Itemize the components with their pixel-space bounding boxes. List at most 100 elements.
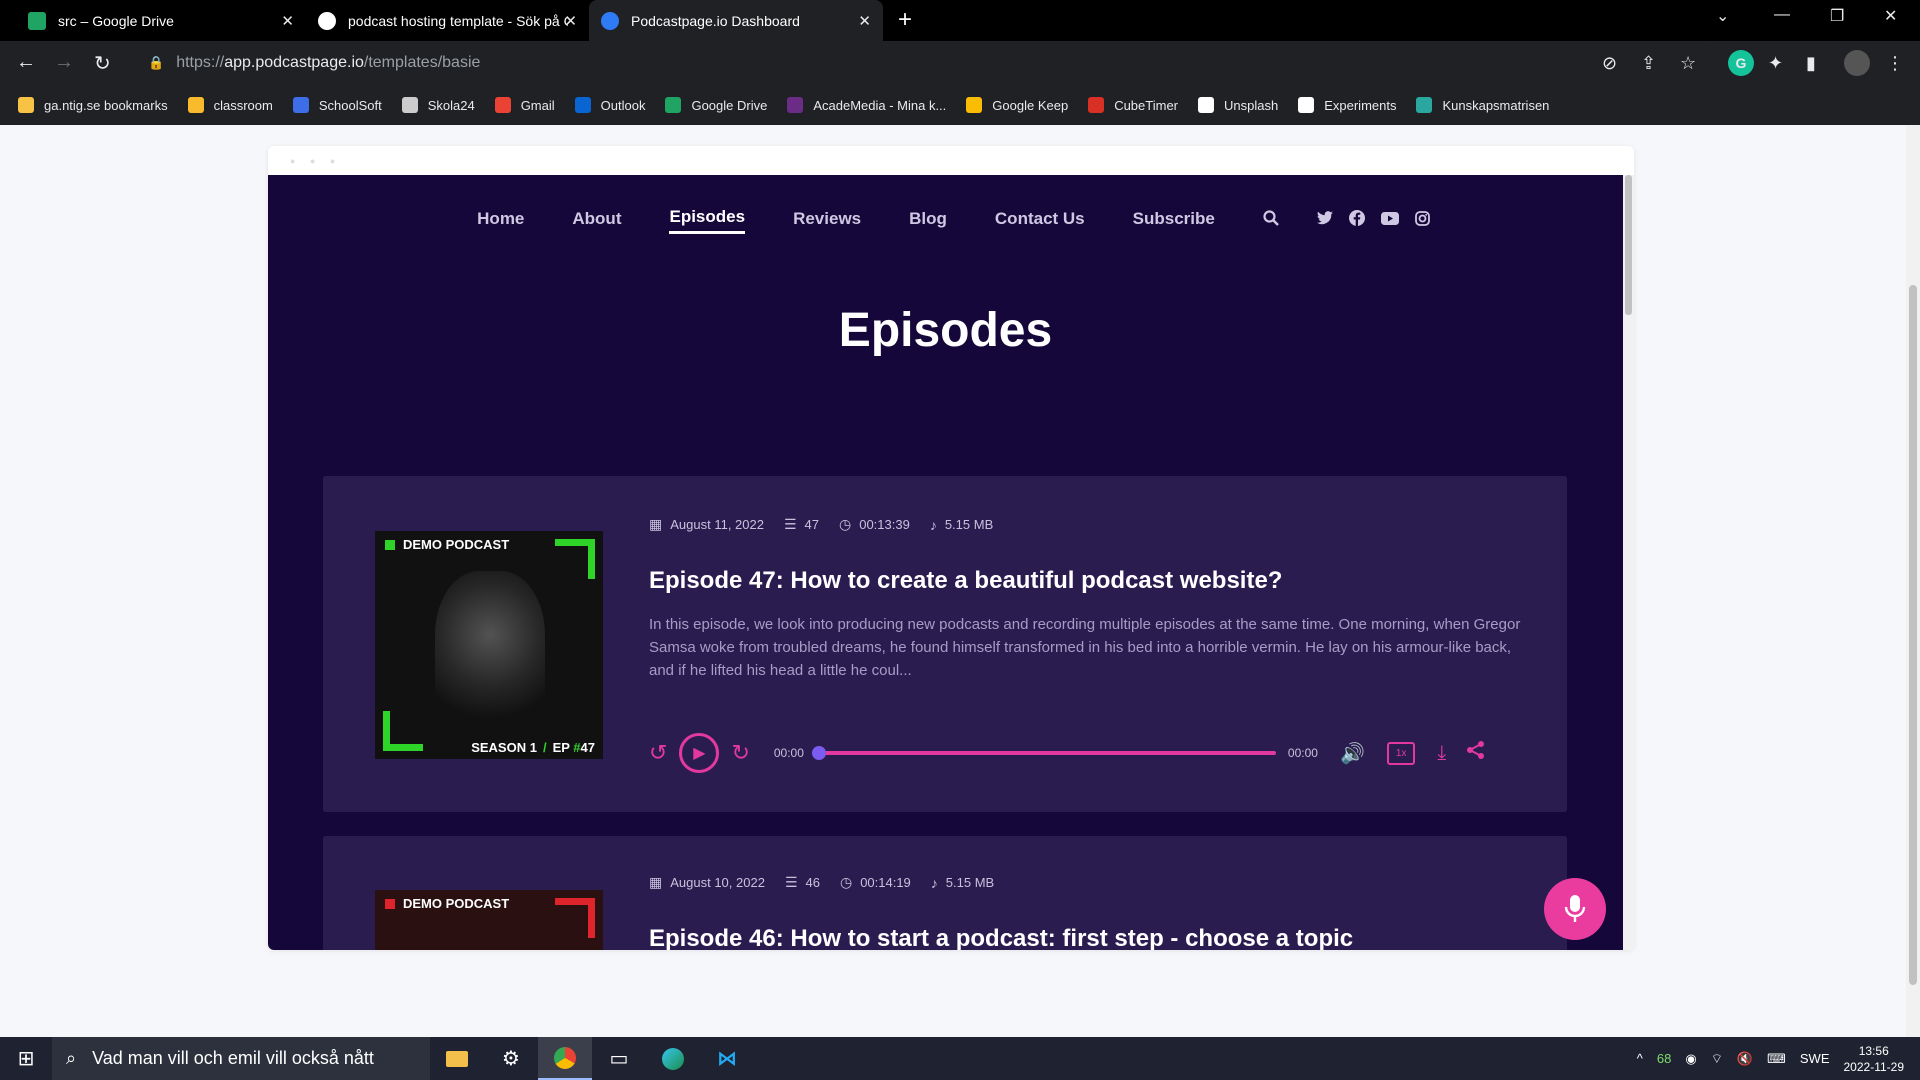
close-icon[interactable]: ✕ [858,12,871,30]
cover-brand: DEMO PODCAST [385,896,509,911]
nav-contact-us[interactable]: Contact Us [995,209,1085,233]
tab-search-chevron-icon[interactable]: ⌄ [1716,6,1729,26]
profile-avatar[interactable] [1844,50,1870,76]
browser-tab-strip: src – Google Drive ✕ podcast hosting tem… [0,0,1920,41]
google-drive-icon [28,11,46,30]
bookmark-icon [1416,97,1433,113]
network-icon[interactable]: ◉ [1685,1051,1696,1067]
rewind-10-icon[interactable]: ↺ [649,740,667,766]
podcast-site: Home About Episodes Reviews Blog Contact… [268,175,1623,950]
bookmark-icon [292,97,309,113]
taskbar-search[interactable]: ⌕ Vad man vill och emil vill också nått [52,1037,430,1080]
bookmark-item[interactable]: Outlook [574,97,645,113]
browser-toolbar: ← → ↻ 🔒 https://app.podcastpage.io/templ… [0,41,1920,85]
microphone-fab-button[interactable] [1544,878,1606,940]
bookmark-item[interactable]: Skola24 [401,97,475,113]
forward-30-icon[interactable]: ↻ [731,740,749,766]
nav-subscribe[interactable]: Subscribe [1133,209,1215,233]
bookmark-item[interactable]: ga.ntig.se bookmarks [18,97,168,113]
play-button[interactable]: ▶ [679,733,720,773]
menu-kebab-icon[interactable]: ⋮ [1886,53,1904,74]
restore-icon[interactable]: ❐ [1830,6,1844,26]
bookmark-item[interactable]: SchoolSoft [292,97,382,113]
bookmark-item[interactable]: Unsplash [1198,97,1278,113]
system-tray: ^ 68 ◉ ⌔ 🔇 ⌨ SWE 13:56 2022-11-29 [1637,1037,1904,1080]
window-close-icon[interactable]: ✕ [1884,6,1897,26]
windows-start-icon[interactable]: ⊞ [0,1046,52,1071]
nav-about[interactable]: About [572,209,621,233]
bookmark-item[interactable]: Google Keep [966,97,1068,113]
template-preview-frame: ● ● ● Home About Episodes Reviews Blog C… [268,146,1634,950]
bookmark-item[interactable]: Gmail [494,97,555,113]
progress-knob[interactable] [811,746,826,760]
file-explorer-icon[interactable] [430,1037,484,1080]
share-icon[interactable]: ⇪ [1641,53,1656,74]
progress-bar[interactable] [811,746,1276,760]
language-indicator[interactable]: SWE [1800,1051,1830,1066]
forward-arrow-icon[interactable]: → [54,51,74,74]
episode-cover[interactable]: DEMO PODCAST SEASON 1/EP #47 [375,531,603,759]
close-icon[interactable]: ✕ [564,12,577,30]
bookmark-item[interactable]: Kunskapsmatrisen [1416,97,1549,113]
share-icon[interactable] [1466,740,1486,766]
extensions-puzzle-icon[interactable]: ✦ [1768,53,1783,74]
tab-google-drive[interactable]: src – Google Drive ✕ [16,0,306,41]
twitter-icon[interactable] [1316,211,1333,230]
nav-reviews[interactable]: Reviews [793,209,861,233]
list-numbered-icon: ☰ [783,516,797,532]
download-icon[interactable]: ⤓ [1437,742,1446,765]
bookmark-item[interactable]: Experiments [1298,97,1396,113]
minimize-icon[interactable]: — [1774,6,1790,24]
episode-card: DEMO PODCAST SEASON 1/EP #47 ▦ August 11,… [323,476,1567,812]
cover-corner-decoration [555,539,595,579]
eye-off-icon[interactable]: ⊘ [1602,53,1617,74]
bookmark-icon [966,97,983,113]
back-arrow-icon[interactable]: ← [16,51,36,74]
keyboard-icon[interactable]: ⌨ [1767,1051,1786,1067]
bookmark-item[interactable]: Google Drive [665,97,767,113]
volume-icon[interactable]: 🔊 [1340,741,1365,766]
nav-home[interactable]: Home [477,209,524,233]
list-numbered-icon: ☰ [784,874,798,890]
total-time: 00:00 [1287,746,1318,760]
episode-cover[interactable]: DEMO PODCAST [375,890,603,950]
preview-scrollbar[interactable] [1623,175,1634,950]
youtube-icon[interactable] [1380,211,1399,230]
address-bar[interactable]: 🔒 https://app.podcastpage.io/templates/b… [134,46,1724,80]
volume-muted-icon[interactable]: 🔇 [1737,1051,1753,1067]
episode-title[interactable]: Episode 47: How to create a beautiful po… [649,567,1282,595]
windows-taskbar: ⊞ ⌕ Vad man vill och emil vill också nåt… [0,1037,1920,1080]
edge-icon[interactable] [646,1037,700,1080]
page-scrollbar[interactable] [1906,125,1920,1037]
bookmark-icon [1198,97,1215,113]
page-title: Episodes [838,304,1053,357]
side-panel-icon[interactable]: ▮ [1806,53,1816,74]
search-icon[interactable] [1263,210,1279,231]
google-icon [318,11,336,30]
calendar-icon: ▦ [649,516,663,532]
bookmark-item[interactable]: CubeTimer [1088,97,1178,113]
chrome-icon[interactable] [538,1037,592,1080]
episode-title[interactable]: Episode 46: How to start a podcast: firs… [649,925,1353,950]
tab-podcastpage-dashboard[interactable]: Podcastpage.io Dashboard ✕ [589,0,883,41]
cover-season: SEASON 1/EP #47 [471,740,595,755]
bookmark-item[interactable]: classroom [187,97,273,113]
grammarly-icon[interactable]: G [1728,50,1754,76]
close-icon[interactable]: ✕ [281,12,294,30]
new-tab-button[interactable]: + [898,8,912,32]
clock[interactable]: 13:56 2022-11-29 [1844,1043,1905,1075]
settings-gear-icon[interactable]: ⚙ [484,1037,538,1080]
instagram-icon[interactable] [1414,210,1430,231]
virtual-desktop-icon[interactable]: ▭ [592,1037,646,1080]
playback-speed-button[interactable]: 1x [1386,741,1416,765]
wifi-icon[interactable]: ⌔ [1711,1051,1723,1067]
bookmark-star-icon[interactable]: ☆ [1680,53,1696,74]
nav-episodes[interactable]: Episodes [669,207,746,234]
reload-icon[interactable]: ↻ [94,51,111,76]
tab-google-search[interactable]: podcast hosting template - Sök på Google… [306,0,589,41]
vscode-icon[interactable]: ⋈ [700,1037,754,1080]
bookmark-item[interactable]: AcadeMedia - Mina k... [787,97,946,113]
nav-blog[interactable]: Blog [909,209,947,233]
chevron-up-icon[interactable]: ^ [1637,1051,1643,1066]
facebook-icon[interactable] [1348,210,1365,231]
